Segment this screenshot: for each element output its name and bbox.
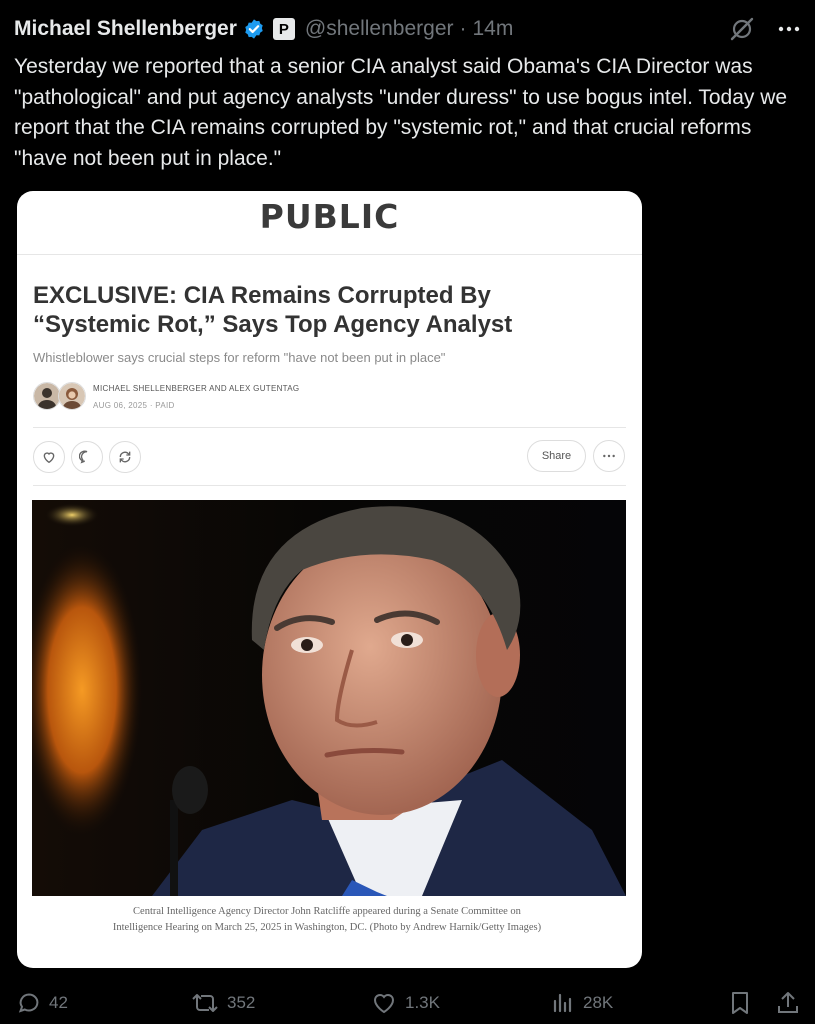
like-icon	[373, 994, 395, 1014]
tweet-text: Yesterday we reported that a senior CIA …	[14, 55, 788, 170]
reply-button[interactable]: 42	[17, 986, 68, 1020]
reply-count: 42	[49, 993, 68, 1012]
verified-badge-icon	[245, 19, 263, 39]
article-headline[interactable]: EXCLUSIVE: CIA Remains Corrupted By “Sys…	[33, 281, 603, 339]
article-authors[interactable]: MICHAEL SHELLENBERGER AND ALEX GUTENTAG	[93, 384, 299, 393]
divider	[33, 427, 626, 428]
avatar	[33, 382, 61, 410]
restack-icon	[119, 451, 131, 463]
view-count: 28K	[583, 993, 614, 1012]
article-card[interactable]: PUBLIC EXCLUSIVE: CIA Remains Corrupted …	[17, 191, 642, 968]
repost-count: 352	[227, 993, 256, 1012]
like-button[interactable]: 1.3K	[371, 986, 440, 1020]
more-icon[interactable]	[777, 17, 801, 41]
repost-button[interactable]: 352	[191, 986, 255, 1020]
card-more-button[interactable]	[593, 440, 625, 472]
divider	[17, 254, 642, 255]
restack-button[interactable]	[109, 441, 141, 473]
avatar	[58, 382, 86, 410]
bookmark-icon	[732, 992, 748, 1014]
heart-icon	[43, 452, 55, 464]
share-button[interactable]: Share	[527, 440, 586, 472]
post-time[interactable]: 14m	[473, 17, 514, 41]
like-count: 1.3K	[405, 993, 440, 1012]
comment-button[interactable]	[71, 441, 103, 473]
share-button[interactable]	[775, 986, 809, 1020]
author-name[interactable]: Michael Shellenberger	[14, 17, 237, 41]
views-icon	[553, 993, 572, 1013]
tweet-header: Michael Shellenberger P @shellenberger ·…	[14, 14, 801, 44]
grok-icon[interactable]	[729, 16, 755, 42]
separator: ·	[459, 17, 467, 40]
divider	[33, 485, 626, 486]
author-handle[interactable]: @shellenberger	[305, 17, 454, 41]
comment-icon	[79, 450, 88, 464]
more-icon	[603, 454, 615, 458]
affiliate-badge[interactable]: P	[272, 18, 295, 40]
share-icon	[778, 992, 798, 1013]
tweet-actions: 42 352 1.3K 28K	[0, 986, 815, 1020]
bookmark-button[interactable]	[728, 986, 760, 1020]
publication-logo: PUBLIC	[259, 197, 400, 236]
like-button[interactable]	[33, 441, 65, 473]
article-photo[interactable]	[32, 500, 626, 896]
reply-icon	[18, 993, 39, 1013]
author-avatars	[33, 382, 86, 410]
article-date: AUG 06, 2025 · PAID	[93, 401, 175, 410]
views-button[interactable]: 28K	[551, 986, 613, 1020]
photo-caption: Central Intelligence Agency Director Joh…	[112, 906, 542, 933]
article-subtitle: Whistleblower says crucial steps for ref…	[33, 350, 446, 365]
repost-icon	[192, 994, 218, 1012]
